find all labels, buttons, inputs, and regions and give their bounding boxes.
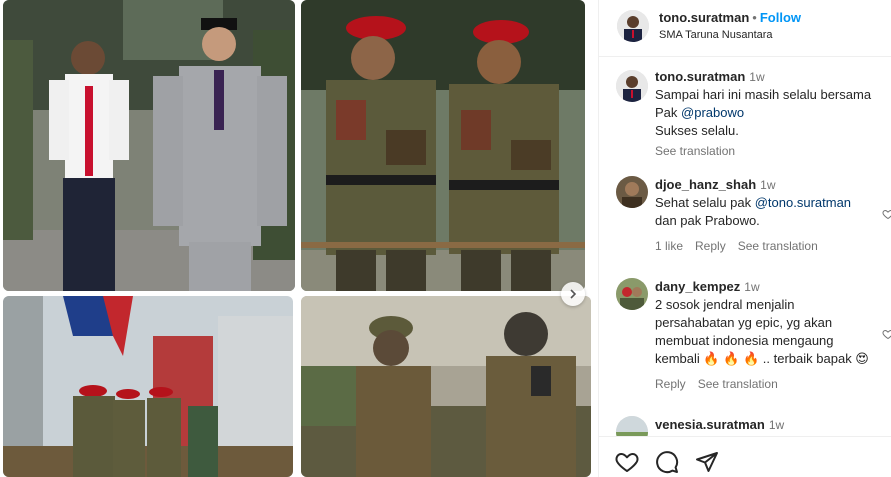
photo-two-men-standing[interactable]	[3, 0, 295, 291]
like-comment-heart-icon[interactable]	[882, 208, 891, 220]
comment-body: tono.suratman 1w Sampai hari ini masih se…	[655, 68, 885, 160]
comments-list[interactable]: tono.suratman 1w Sampai hari ini masih se…	[599, 58, 891, 436]
post-location[interactable]: SMA Taruna Nusantara	[659, 29, 773, 41]
like-comment-heart-icon[interactable]	[882, 328, 891, 340]
comment-text-line: Sehat selalu pak @tono.suratman	[655, 194, 885, 212]
see-translation-link[interactable]: See translation	[698, 377, 778, 391]
avatar[interactable]	[616, 176, 648, 208]
comment-icon[interactable]	[655, 450, 679, 474]
mention-link[interactable]: @prabowo	[681, 105, 744, 120]
comment-text-with-mention: Pak @prabowo	[655, 105, 745, 120]
comment-text: Sehat selalu pak	[655, 195, 755, 210]
comment-body: dany_kempez 1w 2 sosok jendral menjalin p…	[655, 278, 885, 393]
action-bar	[599, 436, 891, 477]
comment-text-line: Sukses selalu.	[655, 123, 739, 138]
comment-text-line: dan pak Prabowo.	[655, 213, 760, 228]
comment-text-line: 2 sosok jendral menjalin	[655, 297, 795, 312]
comment-meta: 1 like Reply See translation	[655, 237, 885, 255]
comment-text-line: persahabatan yg epic, yg akan	[655, 315, 833, 330]
avatar[interactable]	[616, 416, 648, 436]
comment-meta: See translation	[655, 142, 885, 160]
comment-time[interactable]: 1w	[769, 418, 784, 432]
post-media[interactable]	[0, 0, 598, 477]
reply-link[interactable]: Reply	[655, 377, 686, 391]
post-author-line: tono.suratman • Follow	[659, 10, 801, 25]
comment-username[interactable]: venesia.suratman	[655, 417, 765, 432]
reply-link[interactable]: Reply	[695, 239, 726, 253]
comment-time[interactable]: 1w	[749, 70, 764, 84]
post-side-panel: tono.suratman • Follow SMA Taruna Nusantar…	[598, 0, 891, 477]
heart-icon[interactable]	[615, 450, 639, 474]
comment-text-line: Sampai hari ini masih selalu bersama	[655, 87, 872, 102]
see-translation-link[interactable]: See translation	[738, 239, 818, 253]
next-image-button[interactable]	[561, 282, 585, 306]
post-author-username[interactable]: tono.suratman	[659, 10, 749, 25]
likes-count[interactable]: 1 like	[655, 239, 683, 253]
comment-text-line: Pak @prabowo	[655, 104, 885, 122]
send-icon[interactable]	[695, 450, 719, 474]
avatar[interactable]	[617, 10, 649, 42]
comment-body: venesia.suratman 1w	[655, 416, 885, 434]
comment-meta: Reply See translation	[655, 375, 885, 393]
separator-dot: •	[752, 10, 757, 25]
photo-soldiers-jungle[interactable]	[301, 296, 591, 477]
comment-username[interactable]: dany_kempez	[655, 279, 740, 294]
chevron-right-icon	[570, 289, 577, 299]
photo-two-soldiers-red-berets[interactable]	[301, 0, 585, 291]
avatar[interactable]	[616, 278, 648, 310]
photo-soldiers-parade[interactable]	[3, 296, 293, 477]
comment-username[interactable]: tono.suratman	[655, 69, 745, 84]
avatar[interactable]	[616, 70, 648, 102]
comment-text-line: kembali 🔥 🔥 🔥 .. terbaik bapak 😍	[655, 351, 869, 366]
mention-link[interactable]: @tono.suratman	[755, 195, 851, 210]
post-header: tono.suratman • Follow SMA Taruna Nusantar…	[599, 0, 891, 57]
comment-body: djoe_hanz_shah 1w Sehat selalu pak @tono.…	[655, 176, 885, 255]
comment-text-line: membuat indonesia mengaung	[655, 333, 834, 348]
see-translation-link[interactable]: See translation	[655, 144, 735, 158]
follow-button[interactable]: Follow	[760, 10, 801, 25]
comment-time[interactable]: 1w	[744, 280, 759, 294]
comment-username[interactable]: djoe_hanz_shah	[655, 177, 756, 192]
comment-time[interactable]: 1w	[760, 178, 775, 192]
